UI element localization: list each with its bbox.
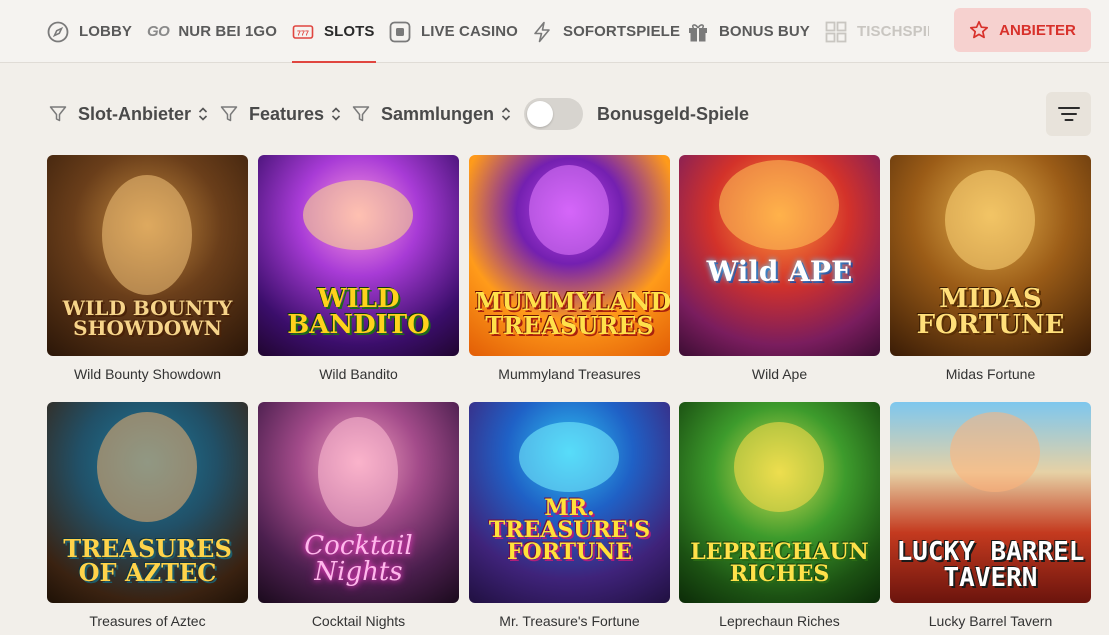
star-icon xyxy=(970,20,989,39)
toggle-knob xyxy=(527,101,553,127)
game-tile[interactable]: LEPRECHAUN RICHES Leprechaun Riches xyxy=(679,402,880,629)
game-tile[interactable]: Cocktail Nights Cocktail Nights xyxy=(258,402,459,629)
live-casino-icon xyxy=(389,21,411,43)
funnel-icon xyxy=(220,106,238,122)
bonus-money-toggle-label: Bonusgeld-Spiele xyxy=(597,103,750,124)
game-title: Mr. Treasure's Fortune xyxy=(499,613,640,629)
nav-tab-label: NUR BEI 1GO xyxy=(178,23,277,40)
game-tile[interactable]: TREASURES OF AZTEC Treasures of Aztec xyxy=(47,402,248,629)
game-thumbnail[interactable]: WILD BANDITO xyxy=(258,155,459,356)
nav-tab-label: LIVE CASINO xyxy=(421,23,518,40)
collections-filter[interactable]: Sammlungen xyxy=(352,95,512,133)
features-filter-label: Features xyxy=(249,103,325,124)
sort-chevrons-icon xyxy=(331,107,341,121)
nav-tab-label: LOBBY xyxy=(79,23,132,40)
game-thumbnail[interactable]: Cocktail Nights xyxy=(258,402,459,603)
bonus-money-toggle[interactable] xyxy=(524,98,583,130)
grid-icon xyxy=(825,21,847,43)
game-tile[interactable]: MR. TREASURE'S FORTUNE Mr. Treasure's Fo… xyxy=(469,402,670,629)
sort-lines-icon xyxy=(1057,107,1080,121)
game-logo: MUMMYLAND TREASURES xyxy=(475,287,670,340)
nav-tab-label: BONUS BUY xyxy=(719,23,810,40)
game-title: Midas Fortune xyxy=(945,366,1036,382)
sort-chevrons-icon xyxy=(198,107,208,121)
game-logo: MIDAS FORTUNE xyxy=(916,284,1065,340)
game-title: Mummyland Treasures xyxy=(498,366,641,382)
nav-tab-label: SOFORTSPIELE xyxy=(563,23,681,40)
nav-tab-label: TISCHSPIELE xyxy=(857,23,929,40)
game-title: Cocktail Nights xyxy=(311,613,406,629)
lightning-icon xyxy=(531,21,553,43)
game-logo: Cocktail Nights xyxy=(304,531,413,587)
nav-tab-slots[interactable]: 777 SLOTS xyxy=(292,0,376,63)
game-tile[interactable]: Wild APE Wild Ape xyxy=(679,155,880,382)
game-thumbnail[interactable]: MR. TREASURE'S FORTUNE xyxy=(469,402,670,603)
provider-button-label: ANBIETER xyxy=(999,21,1076,39)
game-thumbnail[interactable]: MUMMYLAND TREASURES xyxy=(469,155,670,356)
game-tile[interactable]: LUCKY BARREL TAVERN Lucky Barrel Tavern xyxy=(890,402,1091,629)
nav-tab-lobby[interactable]: LOBBY xyxy=(47,0,132,63)
game-title: Lucky Barrel Tavern xyxy=(928,613,1053,629)
game-thumbnail[interactable]: LEPRECHAUN RICHES xyxy=(679,402,880,603)
game-tile[interactable]: WILD BANDITO Wild Bandito xyxy=(258,155,459,382)
svg-text:777: 777 xyxy=(297,30,309,37)
game-title: Wild Ape xyxy=(751,366,808,382)
game-thumbnail[interactable]: LUCKY BARREL TAVERN xyxy=(890,402,1091,603)
game-logo: TREASURES OF AZTEC xyxy=(63,534,232,587)
game-logo: WILD BANDITO xyxy=(287,284,430,340)
game-logo: WILD BOUNTY SHOWDOWN xyxy=(62,296,233,340)
sort-chevrons-icon xyxy=(501,107,511,121)
game-title: Leprechaun Riches xyxy=(719,613,840,629)
top-navigation: LOBBY GO NUR BEI 1GO 777 SLOTS LIVE CASI… xyxy=(0,0,1109,63)
features-filter[interactable]: Features xyxy=(220,95,342,133)
game-logo: LUCKY BARREL TAVERN xyxy=(896,537,1085,593)
gift-icon xyxy=(687,21,709,43)
game-logo: LEPRECHAUN RICHES xyxy=(690,539,869,587)
slot-provider-filter-label: Slot-Anbieter xyxy=(78,103,192,124)
nav-tab-bonus-buy[interactable]: BONUS BUY xyxy=(687,0,810,63)
nav-tab-nur-bei-1go[interactable]: GO NUR BEI 1GO xyxy=(147,0,277,63)
game-thumbnail[interactable]: WILD BOUNTY SHOWDOWN xyxy=(47,155,248,356)
go-logo-icon: GO xyxy=(147,23,170,40)
funnel-icon xyxy=(49,106,67,122)
nav-tab-sofortspiele[interactable]: SOFORTSPIELE xyxy=(531,0,680,63)
slot-machine-icon: 777 xyxy=(292,21,314,43)
game-tile[interactable]: MIDAS FORTUNE Midas Fortune xyxy=(890,155,1091,382)
game-title: Treasures of Aztec xyxy=(89,613,206,629)
provider-button[interactable]: ANBIETER xyxy=(954,8,1091,52)
game-tile[interactable]: MUMMYLAND TREASURES Mummyland Treasures xyxy=(469,155,670,382)
nav-tab-label: SLOTS xyxy=(324,23,375,40)
sort-button[interactable] xyxy=(1046,92,1091,136)
slot-provider-filter[interactable]: Slot-Anbieter xyxy=(49,95,209,133)
game-thumbnail[interactable]: MIDAS FORTUNE xyxy=(890,155,1091,356)
game-logo: Wild APE xyxy=(706,255,853,288)
game-title: Wild Bandito xyxy=(319,366,398,382)
compass-icon xyxy=(47,21,69,43)
collections-filter-label: Sammlungen xyxy=(381,103,495,124)
game-title: Wild Bounty Showdown xyxy=(73,366,222,382)
funnel-icon xyxy=(352,106,370,122)
game-thumbnail[interactable]: TREASURES OF AZTEC xyxy=(47,402,248,603)
game-tile[interactable]: WILD BOUNTY SHOWDOWN Wild Bounty Showdow… xyxy=(47,155,248,382)
game-thumbnail[interactable]: Wild APE xyxy=(679,155,880,356)
nav-tab-tischspiele[interactable]: TISCHSPIELE xyxy=(825,0,929,63)
game-logo: MR. TREASURE'S FORTUNE xyxy=(488,495,651,565)
nav-tab-live-casino[interactable]: LIVE CASINO xyxy=(389,0,518,63)
